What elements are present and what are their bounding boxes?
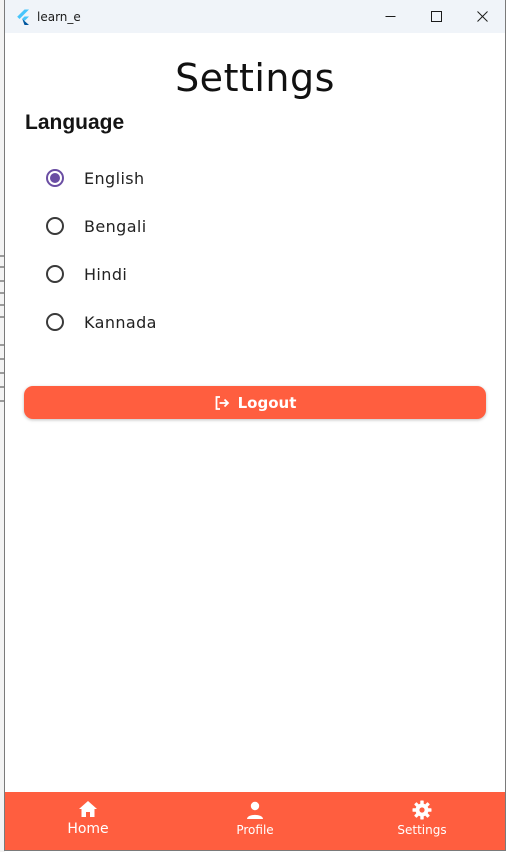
- radio-label: Kannada: [84, 312, 157, 332]
- person-icon: [247, 801, 263, 819]
- logout-icon: [215, 395, 229, 410]
- maximize-button[interactable]: [413, 0, 459, 33]
- home-icon: [79, 801, 97, 817]
- window-controls: [367, 0, 505, 33]
- radio-button[interactable]: [46, 169, 64, 187]
- gear-icon: [412, 800, 432, 820]
- window-title: learn_e: [37, 9, 81, 24]
- logout-button[interactable]: Logout: [24, 386, 486, 419]
- radio-label: Bengali: [84, 216, 147, 236]
- language-heading: Language: [25, 111, 125, 134]
- language-option-hindi[interactable]: Hindi: [46, 259, 127, 289]
- app-window: learn_e Settings Language English Bengal…: [4, 0, 506, 851]
- nav-label: Profile: [236, 823, 274, 837]
- nav-label: Settings: [397, 823, 447, 837]
- radio-button[interactable]: [46, 265, 64, 283]
- language-option-bengali[interactable]: Bengali: [46, 211, 147, 241]
- bottom-navigation: Home Profile Settings: [5, 792, 505, 850]
- radio-button[interactable]: [46, 313, 64, 331]
- minimize-icon: [385, 16, 395, 17]
- nav-item-profile[interactable]: Profile: [210, 800, 300, 837]
- radio-label: Hindi: [84, 264, 128, 284]
- flutter-logo-icon: [17, 9, 29, 25]
- language-option-kannada[interactable]: Kannada: [46, 307, 157, 337]
- close-icon: [476, 11, 488, 22]
- logout-label: Logout: [237, 393, 297, 412]
- nav-item-settings[interactable]: Settings: [377, 800, 467, 837]
- page-title: Settings: [175, 56, 335, 100]
- language-option-english[interactable]: English: [46, 163, 145, 193]
- radio-button[interactable]: [46, 217, 64, 235]
- minimize-button[interactable]: [367, 0, 413, 33]
- maximize-icon: [430, 11, 442, 22]
- title-bar[interactable]: learn_e: [5, 0, 505, 33]
- radio-label: English: [84, 168, 145, 188]
- nav-label: Home: [67, 821, 109, 837]
- nav-item-home[interactable]: Home: [43, 800, 133, 837]
- close-button[interactable]: [459, 0, 505, 33]
